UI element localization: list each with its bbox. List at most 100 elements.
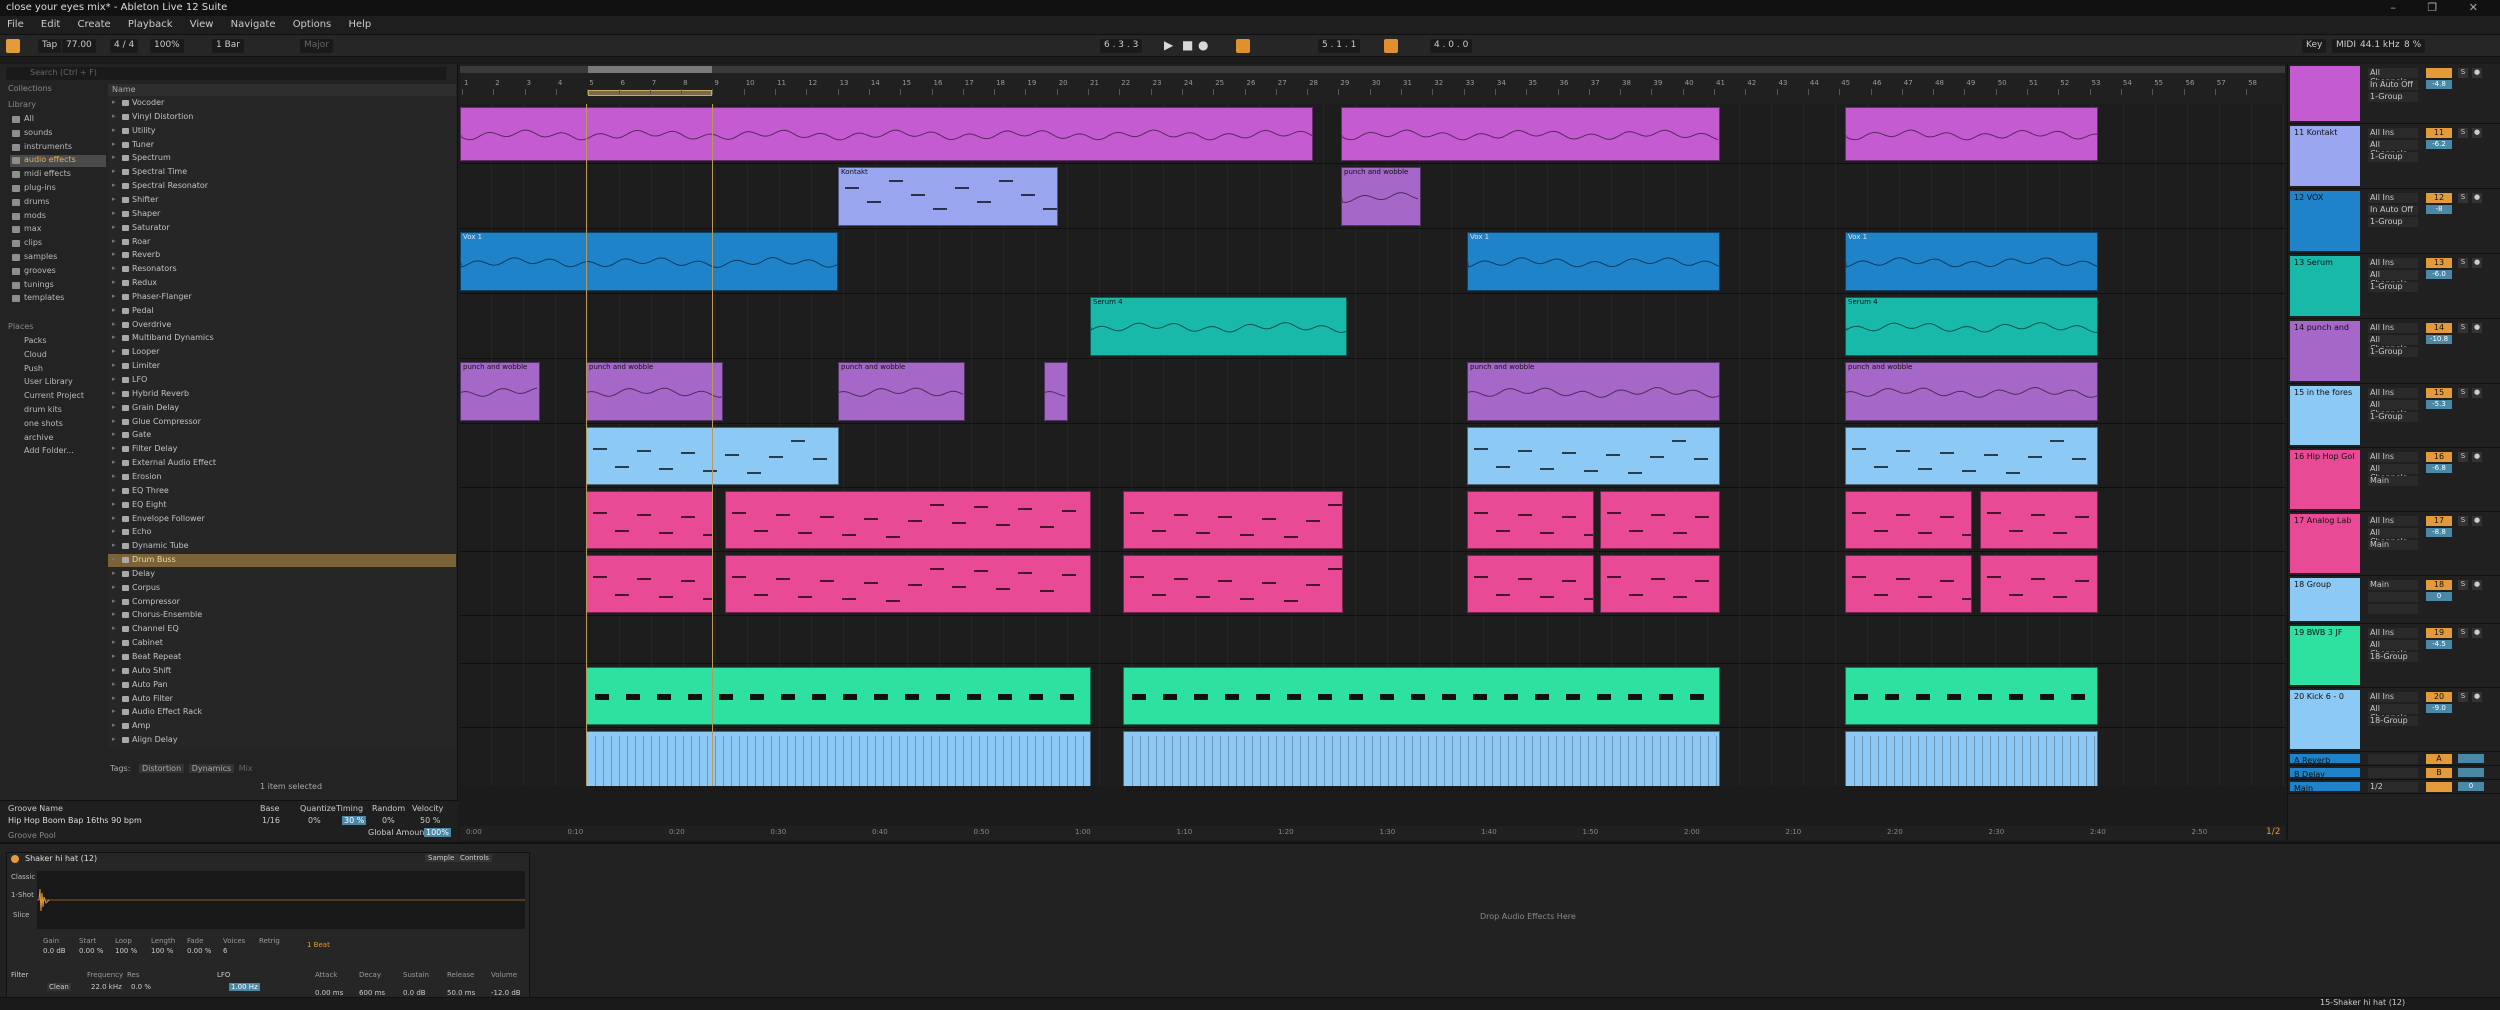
- output-select[interactable]: 18-Group: [2368, 716, 2418, 726]
- input-channel-select[interactable]: All Channels: [2368, 140, 2418, 158]
- track-activator[interactable]: [2426, 782, 2452, 792]
- clip[interactable]: [1467, 555, 1594, 613]
- browser-row[interactable]: ▸ EQ Three: [108, 485, 456, 498]
- groove-name[interactable]: Hip Hop Boom Bap 16ths 90 bpm: [8, 816, 142, 825]
- solo-button[interactable]: S: [2458, 516, 2468, 526]
- expand-arrow-icon[interactable]: ▸: [112, 624, 116, 632]
- stop-icon[interactable]: ■: [1182, 38, 1193, 52]
- expand-arrow-icon[interactable]: ▸: [112, 223, 116, 231]
- browser-row[interactable]: ▸ Vocoder: [108, 97, 456, 110]
- browser-row[interactable]: ▸ Grain Delay: [108, 402, 456, 415]
- expand-arrow-icon[interactable]: ▸: [112, 569, 116, 577]
- mixer-strip[interactable]: 16 Hip Hop Gol All Ins All ChannelsMain 16 -…: [2288, 448, 2500, 512]
- groove-base-value[interactable]: 1/16: [262, 816, 280, 825]
- expand-arrow-icon[interactable]: ▸: [112, 347, 116, 355]
- track-lane[interactable]: punch and wobble punch and wobble punch an…: [460, 359, 2285, 424]
- mixer-strip[interactable]: 14 punch and All Ins All Channels1-Group 14…: [2288, 319, 2500, 384]
- name-column-header[interactable]: Name: [108, 84, 456, 96]
- browser-row[interactable]: ▸ Resonators: [108, 263, 456, 276]
- expand-arrow-icon[interactable]: ▸: [112, 417, 116, 425]
- input-type-select[interactable]: All Ins: [2368, 128, 2418, 138]
- track-name[interactable]: 13 Serum: [2290, 256, 2360, 316]
- arm-button[interactable]: ●: [2472, 128, 2482, 138]
- expand-arrow-icon[interactable]: ▸: [112, 167, 116, 175]
- output-select[interactable]: Main: [2368, 540, 2418, 550]
- volume-field[interactable]: [2458, 754, 2484, 763]
- track-lane[interactable]: [460, 424, 2285, 488]
- mixer-strip[interactable]: 15 in the fores All Ins All Channels1-Grou…: [2288, 384, 2500, 448]
- browser-row[interactable]: ▸ Roar: [108, 236, 456, 249]
- track-name[interactable]: A Reverb: [2290, 754, 2360, 765]
- envelope-value[interactable]: 0.0 dB: [403, 989, 426, 997]
- expand-arrow-icon[interactable]: ▸: [112, 541, 116, 549]
- global-amount-value[interactable]: 100%: [424, 828, 451, 837]
- filter-freq-value[interactable]: 22.0 kHz: [91, 983, 122, 991]
- expand-arrow-icon[interactable]: ▸: [112, 181, 116, 189]
- track-name[interactable]: 20 Kick 6 - 0: [2290, 690, 2360, 749]
- library-item[interactable]: tunings: [10, 280, 106, 292]
- input-channel-select[interactable]: All Channels: [2368, 704, 2418, 722]
- key-map-button[interactable]: Key: [2302, 39, 2327, 53]
- track-name[interactable]: 19 BWB 3 JF: [2290, 626, 2360, 685]
- scrub-bar[interactable]: [460, 66, 2285, 73]
- loop-start-field[interactable]: 5 . 1 . 1: [1318, 39, 1361, 53]
- library-item[interactable]: templates: [10, 293, 106, 305]
- clip[interactable]: [1600, 555, 1720, 613]
- expand-arrow-icon[interactable]: ▸: [112, 707, 116, 715]
- input-type-select[interactable]: All Ins: [2368, 628, 2418, 638]
- mode-classic[interactable]: Classic: [11, 873, 35, 881]
- volume-field[interactable]: -8: [2426, 205, 2452, 214]
- clip[interactable]: punch and wobble: [1341, 167, 1421, 226]
- expand-arrow-icon[interactable]: ▸: [112, 250, 116, 258]
- expand-arrow-icon[interactable]: ▸: [112, 403, 116, 411]
- clip[interactable]: [460, 107, 1313, 161]
- solo-button[interactable]: S: [2458, 628, 2468, 638]
- groove-random-value[interactable]: 0%: [382, 816, 395, 825]
- track-name[interactable]: 15 in the fores: [2290, 386, 2360, 445]
- track-activator[interactable]: 14: [2426, 323, 2452, 333]
- mixer-strip[interactable]: 19 BWB 3 JF All Ins All Channels18-Group 19…: [2288, 624, 2500, 688]
- browser-row[interactable]: ▸ Drum Buss: [108, 554, 456, 568]
- expand-arrow-icon[interactable]: ▸: [112, 209, 116, 217]
- track-activator[interactable]: 18: [2426, 580, 2452, 590]
- filter-label[interactable]: Filter: [11, 971, 28, 979]
- browser-row[interactable]: ▸ Envelope Follower: [108, 513, 456, 526]
- clip[interactable]: [586, 667, 1091, 725]
- solo-button[interactable]: S: [2458, 193, 2468, 203]
- output-select[interactable]: 1-Group: [2368, 217, 2418, 227]
- arrangement-position[interactable]: 6 . 3 . 3: [1100, 39, 1143, 53]
- browser-row[interactable]: ▸ Spectral Time: [108, 166, 456, 179]
- automation-arm-button[interactable]: [1236, 39, 1250, 53]
- expand-arrow-icon[interactable]: ▸: [112, 444, 116, 452]
- solo-button[interactable]: S: [2458, 258, 2468, 268]
- browser-row[interactable]: ▸ Dynamic Tube: [108, 540, 456, 553]
- track-activator[interactable]: [2426, 68, 2452, 78]
- clip[interactable]: [1845, 427, 2098, 485]
- browser-row[interactable]: ▸ EQ Eight: [108, 499, 456, 512]
- volume-field[interactable]: -6.8: [2426, 464, 2452, 473]
- mixer-strip[interactable]: 17 Analog Lab All Ins All ChannelsMain 17 -8…: [2288, 512, 2500, 576]
- track-name[interactable]: [2290, 66, 2360, 121]
- track-activator[interactable]: 19: [2426, 628, 2452, 638]
- browser-search-input[interactable]: Search (Ctrl + F): [6, 67, 446, 80]
- browser-row[interactable]: ▸ Auto Pan: [108, 679, 456, 692]
- clip[interactable]: [1980, 555, 2098, 613]
- tempo-field[interactable]: 77.00: [62, 39, 96, 53]
- browser-row[interactable]: ▸ External Audio Effect: [108, 457, 456, 470]
- input-channel-select[interactable]: All Channels: [2368, 400, 2418, 418]
- menu-file[interactable]: File: [0, 16, 31, 33]
- arm-button[interactable]: ●: [2472, 516, 2482, 526]
- browser-row[interactable]: ▸ Saturator: [108, 222, 456, 235]
- place-item[interactable]: Add Folder...: [10, 446, 106, 458]
- browser-row[interactable]: ▸ Shifter: [108, 194, 456, 207]
- filter-mode-select[interactable]: Clean: [47, 983, 71, 991]
- browser-row[interactable]: ▸ Glue Compressor: [108, 416, 456, 429]
- key-mode-select[interactable]: Major: [300, 39, 333, 53]
- browser-row[interactable]: ▸ Overdrive: [108, 319, 456, 332]
- browser-row[interactable]: ▸ Looper: [108, 346, 456, 359]
- track-activator[interactable]: 12: [2426, 193, 2452, 203]
- volume-field[interactable]: -5.3: [2426, 400, 2452, 409]
- arm-button[interactable]: ●: [2472, 692, 2482, 702]
- clip[interactable]: [725, 491, 1091, 549]
- expand-arrow-icon[interactable]: ▸: [112, 680, 116, 688]
